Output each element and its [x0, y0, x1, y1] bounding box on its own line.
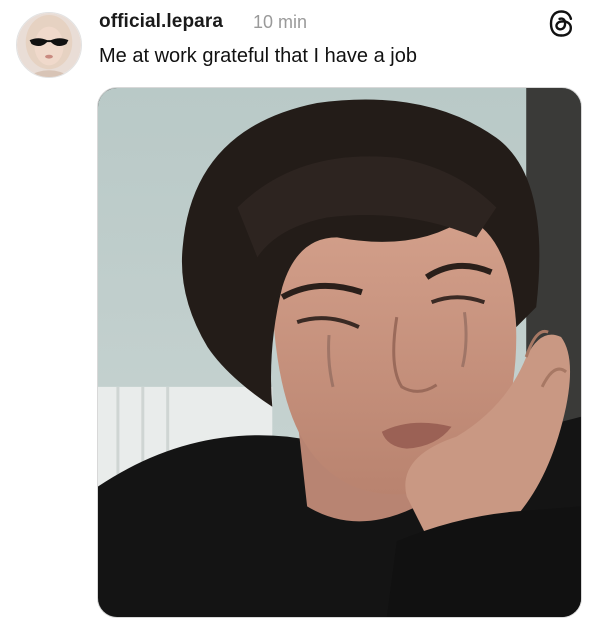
- post-caption: Me at work grateful that I have a job: [99, 45, 417, 67]
- username[interactable]: official.lepara: [99, 11, 223, 33]
- crying-woman-photo: [98, 88, 581, 617]
- threads-logo-icon[interactable]: [549, 10, 573, 37]
- post-timestamp: 10 min: [253, 12, 308, 32]
- avatar-image: [17, 13, 81, 77]
- avatar[interactable]: [16, 12, 82, 78]
- threads-post: official.lepara 10 min Me at work gratef…: [0, 0, 600, 627]
- post-image[interactable]: [97, 87, 582, 618]
